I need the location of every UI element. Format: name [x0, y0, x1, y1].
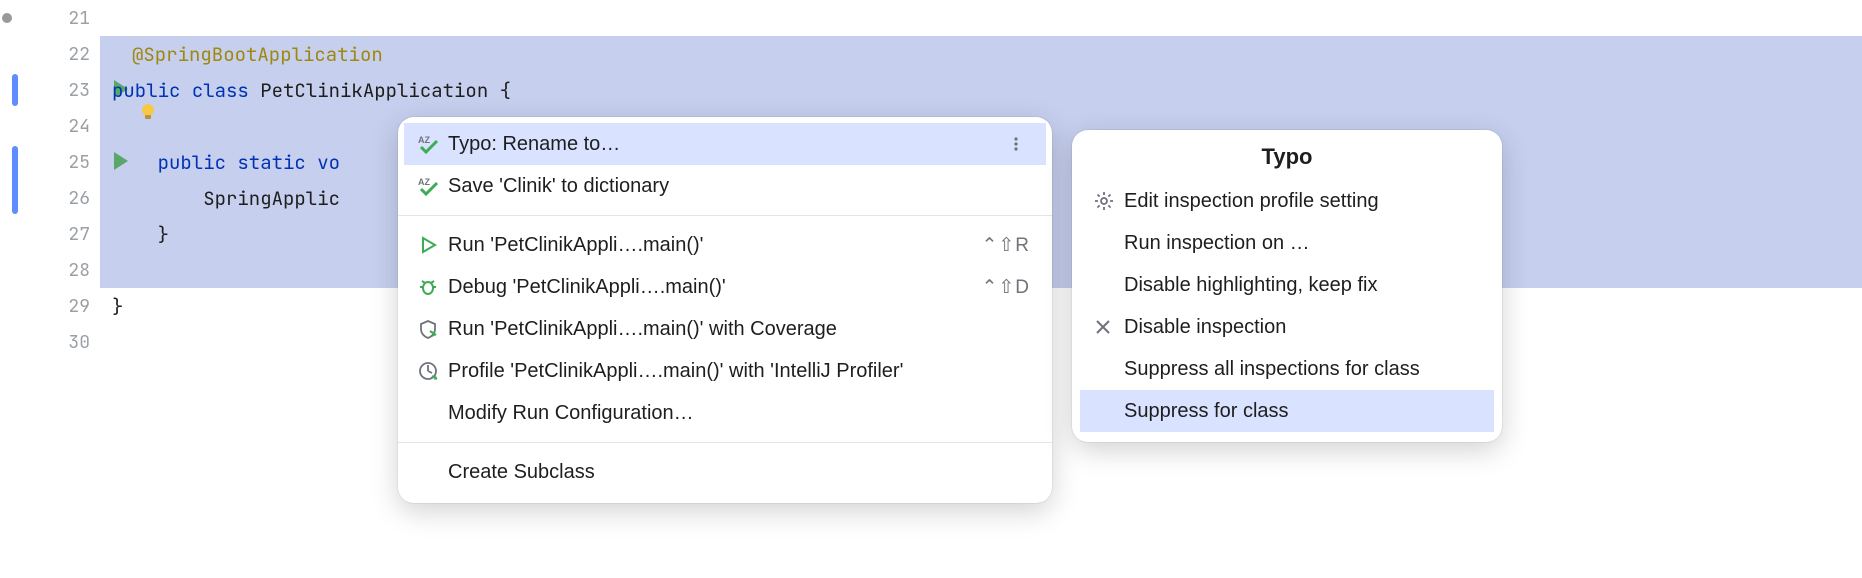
menu-item[interactable]: Disable inspection	[1080, 306, 1494, 348]
breakpoint-dot[interactable]	[2, 13, 12, 23]
menu-item[interactable]: Profile 'PetClinikAppli….main()' with 'I…	[404, 350, 1046, 392]
separator	[398, 442, 1052, 443]
menu-item[interactable]: Debug 'PetClinikAppli….main()'⌃⇧D	[404, 266, 1046, 308]
menu-item[interactable]: Run inspection on …	[1080, 222, 1494, 264]
menu-item[interactable]: Edit inspection profile setting	[1080, 180, 1494, 222]
line-number: 29	[68, 295, 90, 318]
code-token-class-name: PetClinikApplication	[260, 78, 488, 103]
menu-item[interactable]: Suppress all inspections for class	[1080, 348, 1494, 390]
menu-item-label: Edit inspection profile setting	[1124, 190, 1478, 213]
menu-item-label: Debug 'PetClinikAppli….main()'	[448, 276, 981, 299]
menu-item-label: Modify Run Configuration…	[448, 402, 1030, 425]
menu-item-label: Save 'Clinik' to dictionary	[448, 175, 1030, 198]
gear-icon	[1094, 191, 1124, 211]
svg-text:AZ: AZ	[418, 177, 430, 187]
menu-item-label: Run 'PetClinikAppli….main()'	[448, 234, 981, 257]
menu-item[interactable]: Modify Run Configuration…	[404, 392, 1046, 434]
menu-item-label: Run 'PetClinikAppli….main()' with Covera…	[448, 318, 1030, 341]
menu-item-label: Disable inspection	[1124, 316, 1478, 339]
line-number: 28	[68, 259, 90, 282]
code-token-annotation: @SpringBootApplication	[132, 42, 383, 67]
gutter: 21 22 23 24 25 26 27 28 29 30	[0, 0, 100, 578]
menu-item[interactable]: Suppress for class	[1080, 390, 1494, 432]
menu-item[interactable]: Create Subclass	[404, 451, 1046, 493]
code-token-text: SpringApplic	[203, 186, 340, 211]
spell-icon: AZ	[418, 133, 448, 155]
code-editor[interactable]: 21 22 23 24 25 26 27 28 29 30 @SpringBoo…	[0, 0, 1862, 578]
menu-item-label: Typo: Rename to…	[448, 133, 1002, 156]
menu-item[interactable]: Disable highlighting, keep fix	[1080, 264, 1494, 306]
menu-item-shortcut: ⌃⇧D	[981, 276, 1030, 299]
line-number: 30	[68, 331, 90, 354]
menu-item[interactable]: Run 'PetClinikAppli….main()'⌃⇧R	[404, 224, 1046, 266]
menu-item-shortcut: ⌃⇧R	[981, 234, 1030, 257]
line-number: 23	[68, 79, 90, 102]
menu-item[interactable]: AZ Typo: Rename to…	[404, 123, 1046, 165]
profile-icon	[418, 361, 448, 381]
line-number: 24	[68, 115, 90, 138]
spell-icon: AZ	[418, 175, 448, 197]
menu-item[interactable]: Run 'PetClinikAppli….main()' with Covera…	[404, 308, 1046, 350]
separator	[398, 215, 1052, 216]
menu-item-label: Create Subclass	[448, 461, 1030, 484]
svg-text:AZ: AZ	[418, 135, 430, 145]
menu-item-label: Profile 'PetClinikAppli….main()' with 'I…	[448, 360, 1030, 383]
more-options-icon[interactable]	[1002, 130, 1030, 158]
line-number: 26	[68, 187, 90, 210]
code-token-brace: }	[158, 222, 169, 247]
coverage-icon	[418, 319, 448, 339]
debug-icon	[418, 277, 448, 297]
line-number: 21	[68, 7, 90, 30]
menu-item-label: Suppress for class	[1124, 400, 1478, 423]
menu-item-label: Run inspection on …	[1124, 232, 1478, 255]
code-token-brace: {	[488, 78, 511, 103]
code-token-brace: }	[112, 294, 123, 319]
run-icon	[418, 235, 448, 255]
line-number: 25	[68, 151, 90, 174]
x-icon	[1094, 318, 1124, 336]
code-token-keyword: public	[112, 78, 180, 103]
inspection-options-popup: Typo Edit inspection profile setting Run …	[1072, 130, 1502, 442]
menu-item[interactable]: AZ Save 'Clinik' to dictionary	[404, 165, 1046, 207]
line-number: 27	[68, 223, 90, 246]
menu-item-label: Disable highlighting, keep fix	[1124, 274, 1478, 297]
line-number: 22	[68, 43, 90, 66]
code-token-keyword: public static vo	[158, 150, 340, 175]
popup-title: Typo	[1072, 130, 1502, 178]
menu-item-label: Suppress all inspections for class	[1124, 358, 1478, 381]
code-token-keyword: class	[192, 78, 249, 103]
intention-actions-popup: AZ Typo: Rename to… AZ Save 'Clinik' to dic…	[398, 117, 1052, 503]
